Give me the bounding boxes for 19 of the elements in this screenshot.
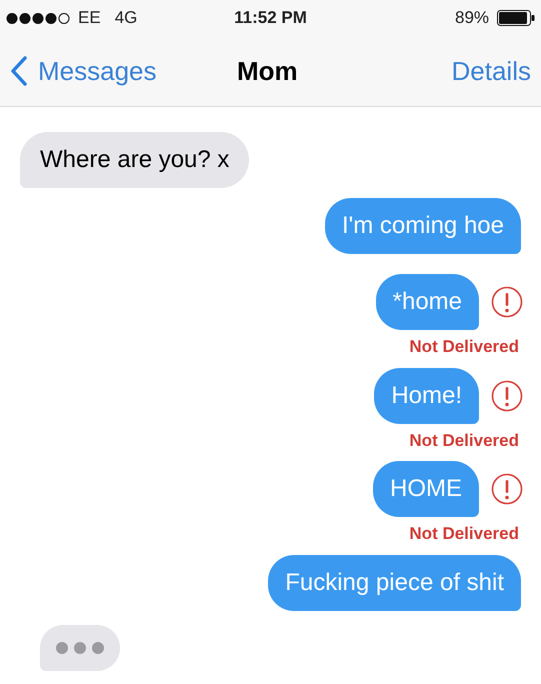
battery-icon	[497, 10, 536, 26]
status-time: 11:52 PM	[234, 7, 307, 30]
carrier-name: EE	[78, 7, 101, 30]
delivery-status: Not Delivered	[409, 430, 519, 452]
outgoing-message: HOME	[373, 461, 479, 517]
delivery-status: Not Delivered	[409, 523, 519, 545]
outgoing-message: *home	[376, 274, 479, 330]
details-button[interactable]: Details	[452, 52, 531, 90]
outgoing-message: I'm coming hoe	[325, 198, 521, 254]
network-type: 4G	[114, 7, 138, 30]
signal-icon	[6, 12, 72, 24]
back-button[interactable]: Messages	[10, 52, 156, 90]
outgoing-message: Home!	[374, 368, 479, 424]
battery-percent: 89%	[454, 7, 490, 30]
incoming-message: Where are you? x	[20, 132, 250, 188]
conversation-title: Mom	[237, 54, 298, 88]
delivery-status: Not Delivered	[409, 336, 519, 358]
chevron-left-icon	[10, 56, 28, 86]
outgoing-message: Fucking piece of shit	[268, 554, 521, 610]
